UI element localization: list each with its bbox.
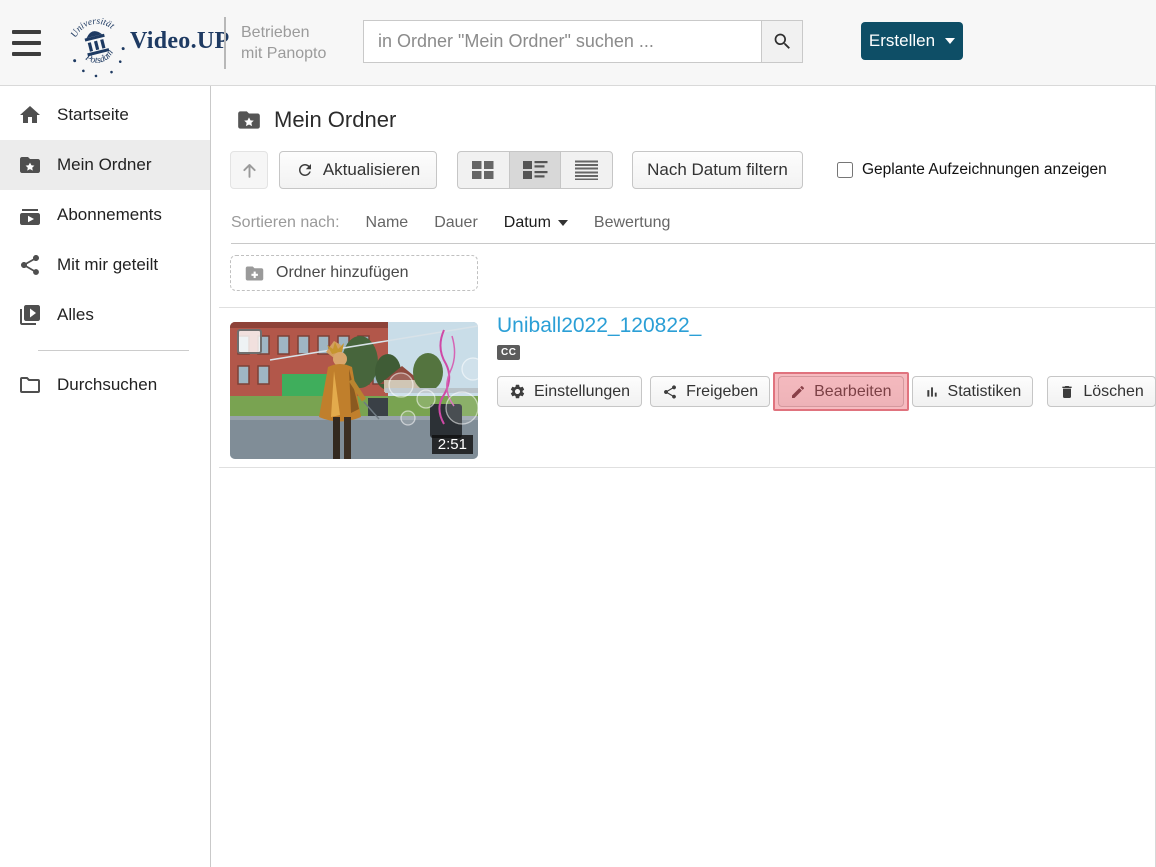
trash-icon xyxy=(1062,385,1072,398)
page-header: Mein Ordner xyxy=(236,107,396,133)
scheduled-recordings-label: Geplante Aufzeichnungen anzeigen xyxy=(862,161,1107,178)
topbar-divider xyxy=(224,17,226,69)
chevron-down-icon xyxy=(945,38,956,44)
refresh-icon xyxy=(298,164,311,176)
share-icon xyxy=(21,255,39,275)
folder-star-icon xyxy=(238,111,260,129)
scheduled-recordings-toggle: Geplante Aufzeichnungen anzeigen xyxy=(837,161,1107,179)
sort-option-name[interactable]: Name xyxy=(366,214,409,232)
sidebar: Startseite Mein Ordner Abonnements Mit m… xyxy=(0,86,211,867)
captions-cc-badge: CC xyxy=(497,345,521,360)
video-title-link[interactable]: Uniball2022_120822_ xyxy=(497,314,701,338)
sidebar-item-durchsuchen[interactable]: Durchsuchen xyxy=(0,360,210,410)
sort-option-datum[interactable]: Datum xyxy=(504,214,568,232)
video-list-row: 2:51 Uniball2022_120822_ CC Einstellunge… xyxy=(219,307,1156,468)
video-meta: Uniball2022_120822_ CC Einstellungen Fre… xyxy=(497,314,1156,411)
scheduled-recordings-checkbox[interactable] xyxy=(837,162,853,178)
video-up-panopto-app: { "topbar": { "menu_icon": "hamburger-ic… xyxy=(0,0,1156,867)
create-button[interactable]: Erstellen xyxy=(861,22,963,60)
video-action-buttons: Einstellungen Freigeben Bearbeiten Stati… xyxy=(497,372,1156,411)
edit-button[interactable]: Bearbeiten xyxy=(773,372,909,411)
subscriptions-icon xyxy=(20,209,40,225)
home-icon xyxy=(20,106,40,123)
search-input[interactable] xyxy=(363,20,761,63)
sidebar-item-alles[interactable]: Alles xyxy=(0,290,210,340)
folder-plus-icon xyxy=(245,266,264,280)
settings-button[interactable]: Einstellungen xyxy=(497,376,643,407)
view-mode-group xyxy=(457,151,613,189)
view-detail-button[interactable] xyxy=(560,152,612,188)
search-button[interactable] xyxy=(761,20,803,63)
folder-star-icon xyxy=(20,157,40,173)
refresh-button[interactable]: Aktualisieren xyxy=(279,151,437,189)
hamburger-icon[interactable] xyxy=(12,30,41,56)
sort-row: Sortieren nach: Name Dauer Datum Bewertu… xyxy=(231,203,1155,244)
video-thumbnail[interactable]: 2:51 xyxy=(230,322,478,459)
search-icon xyxy=(774,33,790,49)
sidebar-item-mein-ordner[interactable]: Mein Ordner xyxy=(0,140,210,190)
toolbar: Aktualisieren Nach Datum filtern Geplant… xyxy=(211,151,1156,189)
add-folder-button[interactable]: Ordner hinzufügen xyxy=(230,255,478,291)
sort-direction-caret-icon xyxy=(557,220,568,226)
arrow-up-icon xyxy=(242,163,256,178)
share-button[interactable]: Freigeben xyxy=(650,376,771,407)
statistics-button[interactable]: Statistiken xyxy=(911,376,1034,407)
bar-chart-icon xyxy=(926,386,937,397)
folder-icon xyxy=(20,377,40,393)
sidebar-item-startseite[interactable]: Startseite xyxy=(0,90,210,140)
list-view-icon xyxy=(522,161,547,179)
detail-view-icon xyxy=(575,160,599,180)
video-select-checkbox[interactable] xyxy=(237,329,262,354)
share-icon xyxy=(664,384,677,399)
brand-title[interactable]: Video.UP xyxy=(130,28,230,55)
seal-bottom-text: Potsdam xyxy=(81,46,118,70)
page-title: Mein Ordner xyxy=(274,107,397,132)
top-bar: Universität Potsdam Video.UP Betrieben m… xyxy=(0,0,1156,86)
view-list-button[interactable] xyxy=(508,152,561,188)
pencil-icon xyxy=(792,385,805,398)
filter-by-date-button[interactable]: Nach Datum filtern xyxy=(632,151,803,189)
sidebar-item-mit-mir-geteilt[interactable]: Mit mir geteilt xyxy=(0,240,210,290)
go-up-button[interactable] xyxy=(230,151,268,189)
grid-view-icon xyxy=(472,161,494,179)
video-library-icon xyxy=(20,305,40,325)
video-duration-badge: 2:51 xyxy=(431,435,473,454)
svg-text:Potsdam: Potsdam xyxy=(81,46,118,70)
sort-by-label: Sortieren nach: xyxy=(231,214,340,231)
university-potsdam-seal-logo[interactable]: Universität Potsdam xyxy=(64,5,128,81)
powered-by-panopto: Betrieben mit Panopto xyxy=(241,24,327,62)
sort-option-bewertung[interactable]: Bewertung xyxy=(594,214,671,232)
main-content: Mein Ordner Aktualisieren Nach Datum fil… xyxy=(211,86,1156,867)
sort-option-dauer[interactable]: Dauer xyxy=(434,214,478,232)
search-bar xyxy=(363,20,803,63)
sidebar-divider xyxy=(38,350,189,351)
create-button-label: Erstellen xyxy=(868,31,936,50)
sidebar-item-abonnements[interactable]: Abonnements xyxy=(0,190,210,240)
delete-button[interactable]: Löschen xyxy=(1047,376,1156,407)
view-grid-button[interactable] xyxy=(458,152,509,188)
gear-icon xyxy=(510,384,525,399)
